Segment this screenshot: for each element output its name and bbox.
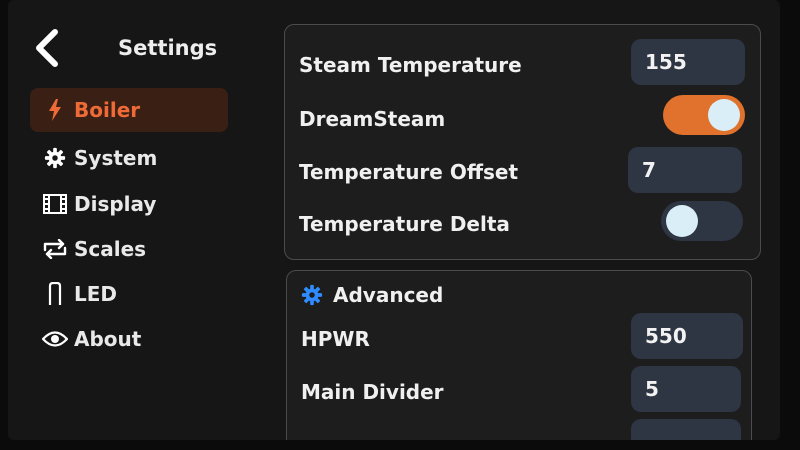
temperature-offset-label: Temperature Offset: [299, 160, 519, 184]
sidebar-item-scales[interactable]: Scales: [30, 227, 228, 271]
temperature-delta-label: Temperature Delta: [299, 212, 510, 236]
back-button[interactable]: [30, 26, 64, 70]
gear-icon: [301, 284, 323, 306]
steam-temperature-label: Steam Temperature: [299, 53, 522, 77]
advanced-title: Advanced: [333, 283, 444, 307]
sidebar-item-label: About: [74, 327, 142, 351]
sidebar-item-about[interactable]: About: [30, 317, 228, 361]
toggle-knob: [708, 99, 740, 131]
chevron-left-icon: [36, 29, 58, 67]
advanced-panel: Advanced HPWR 550 Main Divider 5: [286, 270, 752, 440]
lightning-icon: [40, 99, 70, 121]
boiler-settings-panel: Steam Temperature 155 DreamSteam Tempera…: [284, 24, 761, 260]
sidebar-item-system[interactable]: System: [30, 136, 228, 180]
sidebar-item-label: LED: [74, 282, 118, 306]
sidebar-item-led[interactable]: LED: [30, 272, 228, 316]
main-divider-label: Main Divider: [301, 380, 444, 404]
advanced-header: Advanced: [301, 283, 443, 307]
eye-icon: [40, 330, 70, 348]
film-icon: [40, 194, 70, 214]
dreamsteam-toggle[interactable]: [663, 95, 745, 135]
sidebar-item-display[interactable]: Display: [30, 182, 228, 226]
repeat-arrows-icon: [40, 239, 70, 259]
toggle-knob: [666, 205, 698, 237]
dreamsteam-label: DreamSteam: [299, 107, 446, 131]
temperature-offset-input[interactable]: 7: [628, 147, 742, 193]
sidebar-item-label: System: [74, 146, 158, 170]
page-title: Settings: [118, 36, 218, 60]
sidebar-item-label: Display: [74, 192, 157, 216]
gear-icon: [40, 147, 70, 169]
sidebar-item-label: Boiler: [74, 98, 141, 122]
main-divider-input[interactable]: 5: [631, 366, 741, 412]
next-setting-input[interactable]: [631, 419, 741, 440]
temperature-delta-toggle[interactable]: [661, 201, 743, 241]
sidebar-item-boiler[interactable]: Boiler: [30, 88, 228, 132]
hpwr-label: HPWR: [301, 327, 370, 351]
settings-screen: Settings Boiler System Display Scales LE…: [8, 0, 780, 440]
lamp-icon: [40, 282, 70, 306]
hpwr-input[interactable]: 550: [631, 313, 743, 359]
steam-temperature-input[interactable]: 155: [631, 39, 745, 85]
sidebar-item-label: Scales: [74, 237, 147, 261]
